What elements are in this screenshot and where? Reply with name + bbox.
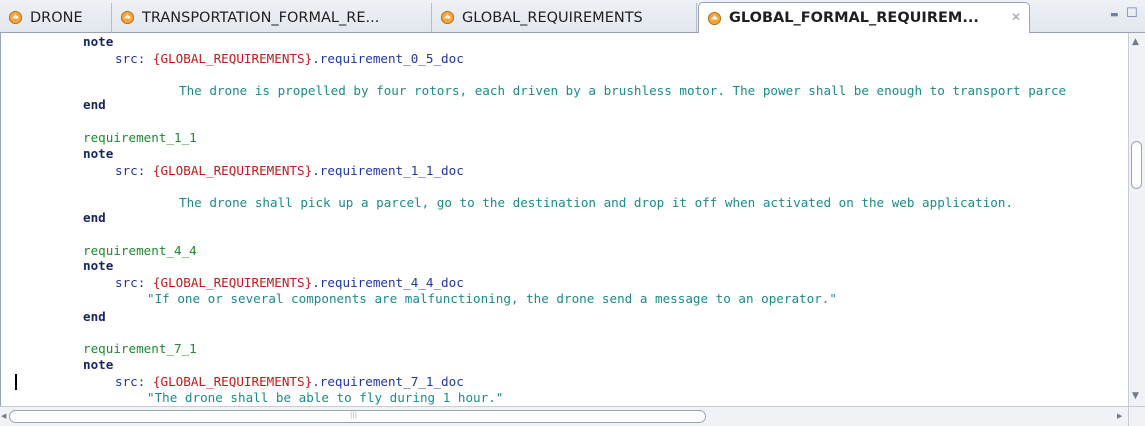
src-reference: {GLOBAL_REQUIREMENTS} [152, 275, 313, 290]
vertical-scrollbar[interactable]: ▲ ▼ [1128, 33, 1145, 406]
doc-text: The drone shall pick up a parcel, go to … [179, 195, 1014, 210]
doc-text: "If one or several components are malfun… [147, 291, 837, 306]
end-keyword: end [83, 309, 106, 324]
horizontal-scrollbar[interactable]: ◀ ||| ▶ [0, 406, 1128, 426]
src-reference: {GLOBAL_REQUIREMENTS} [152, 51, 313, 66]
src-line: src: {GLOBAL_REQUIREMENTS}.requirement_0… [115, 51, 464, 66]
horizontal-scroll-thumb[interactable]: ||| [9, 410, 706, 423]
maximize-icon[interactable]: ☐ [1126, 7, 1138, 20]
scroll-left-icon[interactable]: ◀ [1, 412, 6, 420]
src-line: src: {GLOBAL_REQUIREMENTS}.requirement_7… [115, 374, 464, 389]
scroll-right-icon[interactable]: ▶ [1117, 412, 1122, 420]
end-keyword: end [83, 210, 106, 225]
requirement-name: requirement_4_4 [83, 243, 197, 258]
model-file-icon [8, 10, 23, 25]
src-reference: {GLOBAL_REQUIREMENTS} [152, 374, 313, 389]
scroll-grip-icon: ||| [350, 411, 358, 419]
tab-drone[interactable]: DRONE [0, 3, 112, 32]
doc-text: "The drone shall be able to fly during 1… [147, 390, 504, 405]
src-line: src: {GLOBAL_REQUIREMENTS}.requirement_1… [115, 163, 464, 178]
code-editor[interactable]: note src: {GLOBAL_REQUIREMENTS}.requirem… [0, 33, 1128, 406]
doc-text: The drone is propelled by four rotors, e… [179, 83, 1067, 98]
tab-transportation-formal-requirements[interactable]: TRANSPORTATION_FORMAL_RE... [112, 3, 432, 32]
requirement-name: requirement_7_1 [83, 341, 197, 356]
scroll-up-icon[interactable]: ▲ [1132, 37, 1139, 47]
end-keyword: end [83, 97, 106, 112]
minimize-icon[interactable]: ▬ [1110, 9, 1119, 22]
requirement-name: requirement_1_1 [83, 130, 197, 145]
model-file-icon [707, 11, 722, 25]
close-tab-icon[interactable]: ✕ [1011, 10, 1021, 24]
note-keyword: note [83, 146, 114, 161]
scrollbar-corner [1128, 406, 1145, 426]
vertical-scroll-thumb[interactable] [1131, 141, 1142, 189]
src-reference: {GLOBAL_REQUIREMENTS} [152, 163, 313, 178]
src-line: src: {GLOBAL_REQUIREMENTS}.requirement_4… [115, 275, 464, 290]
note-keyword: note [83, 258, 114, 273]
tab-label: DRONE [30, 9, 83, 26]
scroll-down-icon[interactable]: ▼ [1132, 391, 1139, 401]
tab-global-formal-requirements[interactable]: GLOBAL_FORMAL_REQUIREM... ✕ [698, 2, 1030, 33]
tab-label: GLOBAL_FORMAL_REQUIREM... [729, 10, 979, 26]
model-file-icon [120, 10, 135, 25]
text-cursor [15, 374, 17, 390]
tab-global-requirements[interactable]: GLOBAL_REQUIREMENTS [432, 3, 697, 32]
note-keyword: note [83, 34, 114, 49]
model-file-icon [440, 10, 455, 25]
tab-label: TRANSPORTATION_FORMAL_RE... [142, 9, 380, 26]
note-keyword: note [83, 357, 114, 372]
tab-label: GLOBAL_REQUIREMENTS [462, 9, 643, 26]
editor-tab-bar: DRONE TRANSPORTATION_FORMAL_RE... GLOBAL… [0, 0, 1145, 33]
